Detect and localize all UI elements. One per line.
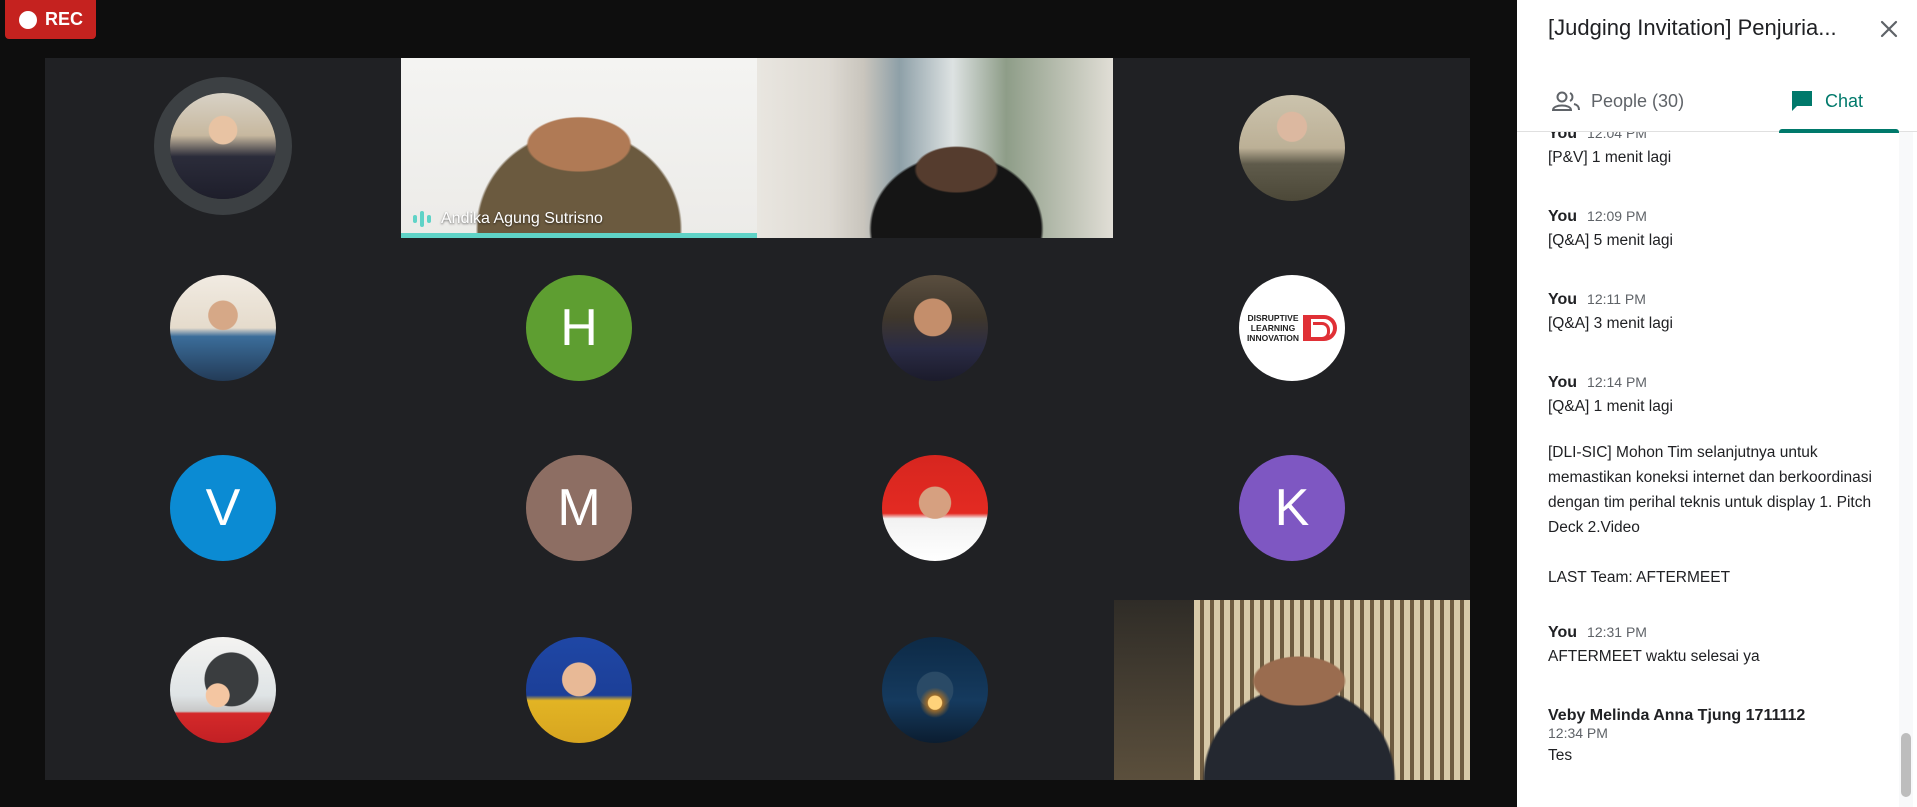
avatar <box>1239 95 1345 201</box>
audio-level-icon <box>413 211 431 227</box>
dli-logo-avatar: DISRUPTIVE LEARNING INNOVATION <box>1239 275 1345 381</box>
close-panel-button[interactable] <box>1872 12 1906 46</box>
participant-tile[interactable] <box>45 58 401 238</box>
tab-chat-label: Chat <box>1825 90 1864 111</box>
participant-tile[interactable]: H <box>401 238 757 418</box>
message-sender: You <box>1548 374 1578 391</box>
avatar-letter: K <box>1239 455 1345 561</box>
message-text: [Q&A] 1 menit lagi <box>1548 398 1673 415</box>
message-sender: Veby Melinda Anna Tjung 1711112 <box>1548 707 1806 724</box>
chat-message: LAST Team: AFTERMEET <box>1548 563 1888 590</box>
people-icon <box>1551 91 1580 111</box>
message-text: AFTERMEET waktu selesai ya <box>1548 648 1760 665</box>
avatar-letter: M <box>526 455 632 561</box>
participant-video-tile[interactable] <box>757 58 1113 238</box>
avatar <box>170 637 276 743</box>
tab-chat[interactable]: Chat <box>1779 70 1899 133</box>
avatar <box>170 93 276 199</box>
avatar <box>882 275 988 381</box>
tab-people[interactable]: People (30) <box>1551 70 1684 132</box>
chat-message: You 12:14 PM [Q&A] 1 menit lagi <box>1548 374 1888 419</box>
participant-tile[interactable]: DISRUPTIVE LEARNING INNOVATION <box>1114 238 1470 418</box>
side-panel: [Judging Invitation] Penjuria... People … <box>1517 0 1917 807</box>
participant-name-tag: Andika Agung Sutrisno <box>413 210 603 228</box>
avatar-letter: H <box>526 275 632 381</box>
message-sender: You <box>1548 291 1578 308</box>
message-text: LAST Team: AFTERMEET <box>1548 569 1731 586</box>
chat-message: You 12:31 PM AFTERMEET waktu selesai ya <box>1548 624 1888 669</box>
chat-message: [DLI-SIC] Mohon Tim selanjutnya untuk me… <box>1548 438 1888 540</box>
message-text: [P&V] 1 menit lagi <box>1548 149 1672 166</box>
recording-label: REC <box>45 9 84 29</box>
record-dot-icon <box>19 10 37 29</box>
message-text: [Q&A] 3 menit lagi <box>1548 315 1673 332</box>
scrollbar-track <box>1899 132 1913 807</box>
participant-tile[interactable]: M <box>401 418 757 598</box>
message-sender: You <box>1548 624 1578 641</box>
participant-tile[interactable] <box>401 600 757 780</box>
close-icon <box>1880 20 1898 38</box>
avatar <box>526 637 632 743</box>
dli-logo-icon <box>1303 315 1338 341</box>
message-time: 12:14 PM <box>1587 374 1647 390</box>
participant-tile[interactable]: V <box>45 418 401 598</box>
participant-tile[interactable] <box>1114 58 1470 238</box>
avatar <box>170 275 276 381</box>
panel-tabs: People (30) Chat <box>1517 70 1917 133</box>
logo-text: DISRUPTIVE LEARNING INNOVATION <box>1246 313 1300 343</box>
chat-icon <box>1792 91 1812 111</box>
participant-tile[interactable] <box>45 600 401 780</box>
message-time: 12:11 PM <box>1587 291 1646 307</box>
meeting-stage: REC Andika Agung Sutrisno H DISRUPTIVE L… <box>0 0 1517 807</box>
participant-tile[interactable] <box>45 238 401 418</box>
participant-video-tile[interactable]: Andika Agung Sutrisno <box>401 58 757 238</box>
message-time: 12:34 PM <box>1548 725 1608 741</box>
meeting-title: [Judging Invitation] Penjuria... <box>1548 15 1837 40</box>
chat-messages: You 12:04 PM [P&V] 1 menit lagi You 12:0… <box>1517 132 1901 807</box>
chat-message: You 12:09 PM [Q&A] 5 menit lagi <box>1548 208 1888 253</box>
chat-message: Veby Melinda Anna Tjung 1711112 12:34 PM… <box>1548 707 1888 768</box>
message-sender: You <box>1548 132 1578 142</box>
message-time: 12:31 PM <box>1587 624 1647 640</box>
avatar-letter: V <box>170 455 276 561</box>
participant-tile[interactable] <box>757 418 1113 598</box>
tab-people-label: People (30) <box>1591 90 1685 111</box>
message-text: [Q&A] 5 menit lagi <box>1548 232 1673 249</box>
message-time: 12:04 PM <box>1587 132 1647 141</box>
participant-name: Andika Agung Sutrisno <box>441 210 603 227</box>
recording-indicator: REC <box>5 0 96 39</box>
participant-video-tile[interactable] <box>1114 600 1470 780</box>
avatar <box>882 455 988 561</box>
participant-grid: Andika Agung Sutrisno H DISRUPTIVE LEARNI… <box>45 58 1470 780</box>
message-text: Tes <box>1548 747 1573 764</box>
message-time: 12:09 PM <box>1587 208 1647 224</box>
avatar <box>882 637 988 743</box>
chat-scrollbar[interactable] <box>1901 733 1911 797</box>
participant-tile[interactable] <box>757 600 1113 780</box>
message-sender: You <box>1548 208 1578 225</box>
chat-message: You 12:04 PM [P&V] 1 menit lagi <box>1548 132 1888 170</box>
participant-tile[interactable] <box>757 238 1113 418</box>
participant-tile[interactable]: K <box>1114 418 1470 598</box>
message-text: [DLI-SIC] Mohon Tim selanjutnya untuk me… <box>1548 444 1872 536</box>
chat-message: You 12:11 PM [Q&A] 3 menit lagi <box>1548 291 1888 336</box>
